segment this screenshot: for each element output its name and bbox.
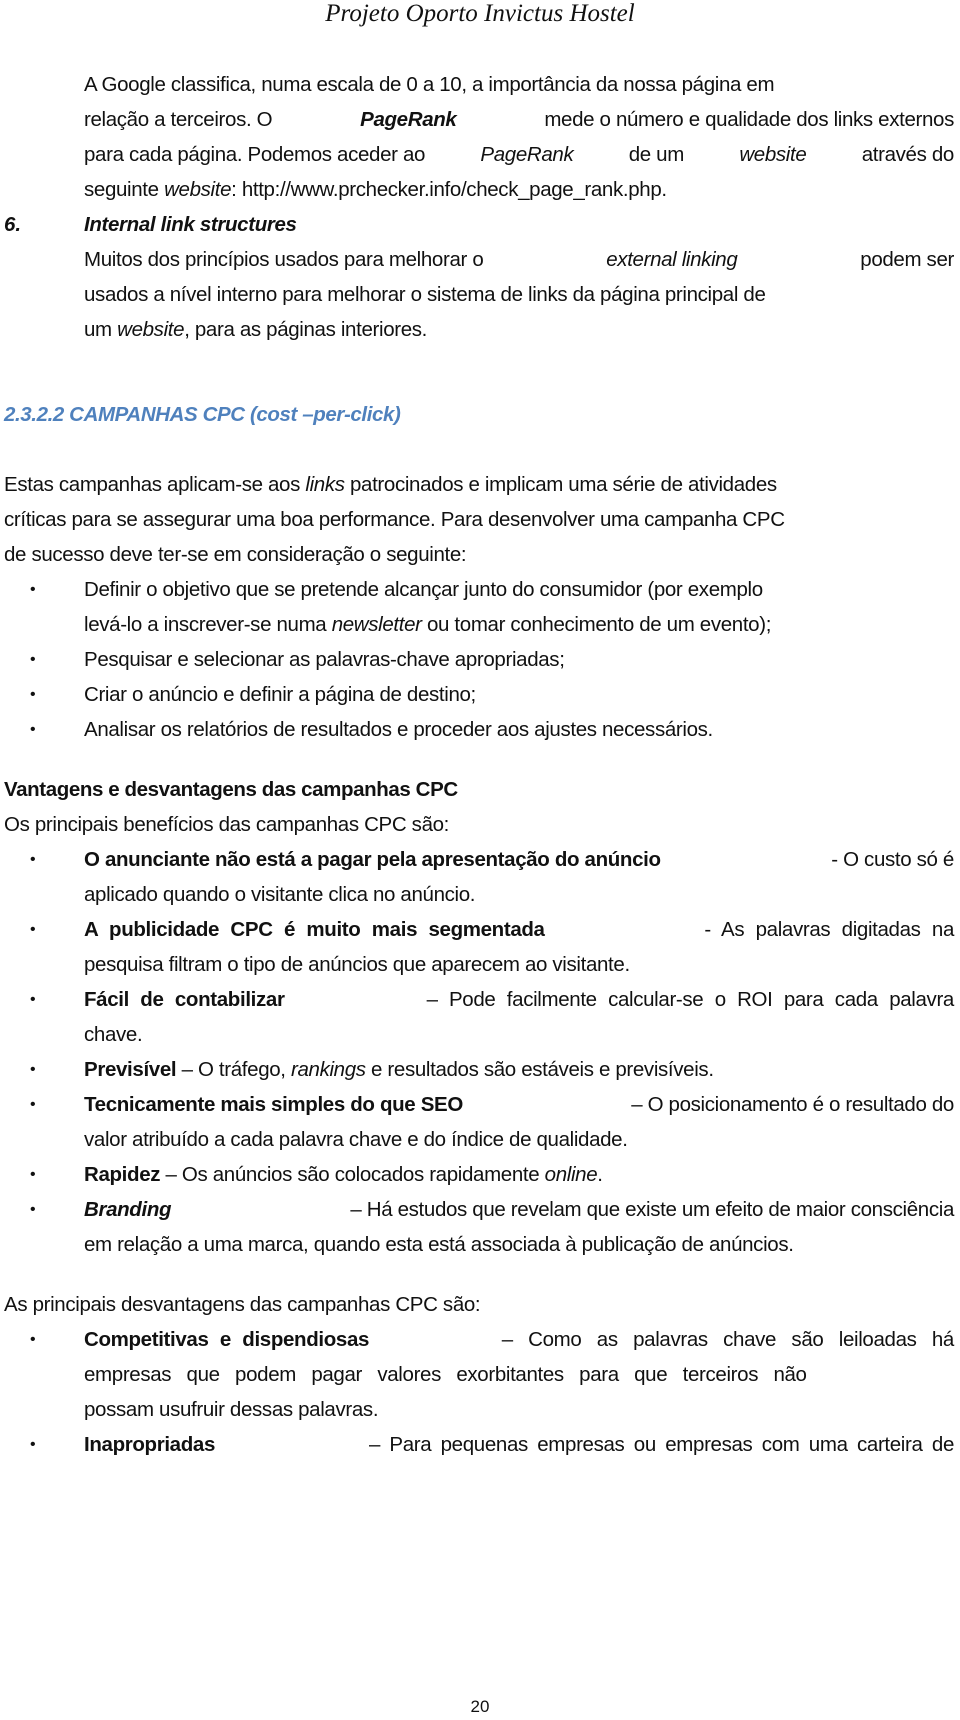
bullet-icon: • — [30, 1096, 36, 1113]
bullet-icon: • — [30, 651, 36, 668]
benefit-6: Rapidez – Os anúncios são colocados rapi… — [84, 1163, 603, 1186]
bullet-icon: • — [30, 721, 36, 738]
step-1-line-2: levá-lo a inscrever-se numa newsletter o… — [84, 613, 772, 636]
intro-line-4: seguinte website: http://www.prchecker.i… — [84, 178, 667, 201]
section-heading: 2.3.2.2 CAMPANHAS CPC (cost –per-click) — [4, 403, 401, 426]
bullet-icon: • — [30, 1061, 36, 1078]
page-number: 20 — [470, 1697, 490, 1716]
bullet-icon: • — [30, 851, 36, 868]
bullet-icon: • — [30, 991, 36, 1008]
bullet-icon: • — [30, 1166, 36, 1183]
benefit-1-line-1: O anunciante não está a pagar pela apres… — [84, 848, 954, 871]
pagerank-term: PageRank — [360, 108, 457, 131]
prchecker-url: : http://www.prchecker.info/check_page_r… — [231, 178, 667, 201]
item-title: Internal link structures — [84, 213, 297, 236]
item6-line-1: Muitos dos princípios usados para melhor… — [84, 248, 954, 271]
section-para-line-1: Estas campanhas aplicam-se aos links pat… — [4, 473, 777, 496]
intro-line-2: relação a terceiros. O PageRank mede o n… — [84, 108, 954, 131]
benefit-5-line-2: valor atribuído a cada palavra chave e d… — [84, 1128, 628, 1151]
intro-line-1: A Google classifica, numa escala de 0 a … — [84, 73, 775, 96]
page-header: Projeto Oporto Invictus Hostel — [325, 0, 635, 27]
benefit-7-line-1: Branding – Há estudos que revelam que ex… — [84, 1198, 954, 1221]
drawback-1-line-3: possam usufruir dessas palavras. — [84, 1398, 379, 1421]
drawback-1-line-2: empresas que podem pagar valores exorbit… — [84, 1363, 807, 1386]
drawback-1-line-1: Competitivas e dispendiosas – Como as pa… — [84, 1328, 954, 1351]
benefit-4: Previsível – O tráfego, rankings e resul… — [84, 1058, 714, 1081]
step-3: Criar o anúncio e definir a página de de… — [84, 683, 476, 706]
section-para-line-3: de sucesso deve ter-se em consideração o… — [4, 543, 467, 566]
benefits-intro: Os principais benefícios das campanhas C… — [4, 813, 450, 836]
step-4: Analisar os relatórios de resultados e p… — [84, 718, 713, 741]
intro-line-3: para cada página. Podemos aceder ao Page… — [84, 143, 954, 166]
bullet-icon: • — [30, 686, 36, 703]
benefit-2-line-1: A publicidade CPC é muito mais segmentad… — [84, 918, 954, 941]
bullet-icon: • — [30, 921, 36, 938]
pros-cons-heading: Vantagens e desvantagens das campanhas C… — [4, 778, 458, 801]
benefit-7-line-2: em relação a uma marca, quando esta está… — [84, 1233, 794, 1256]
benefit-3-line-1: Fácil de contabilizar – Pode facilmente … — [84, 988, 954, 1011]
benefit-2-line-2: pesquisa filtram o tipo de anúncios que … — [84, 953, 630, 976]
item-number: 6. — [4, 213, 22, 236]
step-1-line-1: Definir o objetivo que se pretende alcan… — [84, 578, 763, 601]
bullet-icon: • — [30, 1331, 36, 1348]
benefit-3-line-2: chave. — [84, 1023, 143, 1046]
section-para-line-2: críticas para se assegurar uma boa perfo… — [4, 508, 785, 531]
item6-line-3: um website, para as páginas interiores. — [84, 318, 428, 341]
drawbacks-intro: As principais desvantagens das campanhas… — [4, 1293, 481, 1316]
benefit-5-line-1: Tecnicamente mais simples do que SEO – O… — [84, 1093, 954, 1116]
bullet-icon: • — [30, 1201, 36, 1218]
benefit-1-line-2: aplicado quando o visitante clica no anú… — [84, 883, 476, 906]
bullet-icon: • — [30, 1436, 36, 1453]
bullet-icon: • — [30, 581, 36, 598]
drawback-2-line-1: Inapropriadas – Para pequenas empresas o… — [84, 1433, 954, 1456]
item6-line-2: usados a nível interno para melhorar o s… — [84, 283, 766, 306]
step-2: Pesquisar e selecionar as palavras-chave… — [84, 648, 565, 671]
